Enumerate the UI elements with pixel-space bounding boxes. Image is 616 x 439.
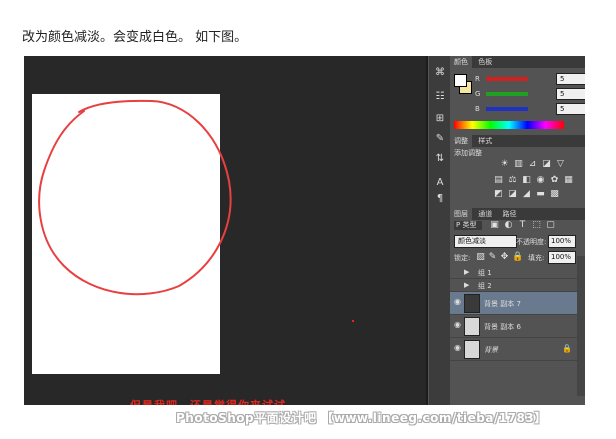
- selective-color-icon[interactable]: ▩: [550, 190, 559, 199]
- filter-adjust-icon[interactable]: ◐: [504, 221, 513, 230]
- visibility-eye-icon[interactable]: ◉: [454, 344, 462, 352]
- exposure-icon[interactable]: ◪: [542, 160, 551, 169]
- fill-label: 填充:: [528, 254, 545, 262]
- group-row[interactable]: ▶ 组 1: [450, 266, 577, 279]
- layers-scrollbar[interactable]: [577, 256, 585, 396]
- brush-preset-icon[interactable]: ✎: [432, 132, 448, 146]
- bw-icon[interactable]: ◧: [522, 176, 531, 185]
- gradient-map-icon[interactable]: ▬: [536, 190, 545, 199]
- group-name: 组 2: [478, 282, 492, 290]
- photoshop-screenshot: 但是我吧，还是觉得你来试试 ⌘ ☷ ⊞ ✎ ⇅ A ¶ 颜色 色板 R 5 G …: [24, 56, 585, 405]
- hue-icon[interactable]: ▤: [494, 176, 503, 185]
- opacity-input[interactable]: 100%: [548, 235, 576, 248]
- layer-thumbnail: [464, 317, 480, 336]
- color-spectrum[interactable]: [454, 121, 564, 129]
- layer-name: 背景 副本 7: [484, 300, 521, 308]
- photo-filter-icon[interactable]: ◉: [536, 176, 545, 185]
- navigator-icon[interactable]: ⊞: [432, 112, 448, 126]
- g-label: G: [475, 90, 481, 98]
- lock-paint-icon[interactable]: ✎: [488, 253, 497, 262]
- red-circle-annotation: [38, 99, 232, 296]
- visibility-eye-icon[interactable]: ◉: [454, 298, 462, 306]
- layer-row[interactable]: ◉ 背景 副本 6: [450, 315, 577, 338]
- layer-name: 背景 副本 6: [484, 323, 521, 331]
- brightness-icon[interactable]: ☀: [500, 160, 509, 169]
- layer-comps-icon[interactable]: ⇅: [432, 152, 448, 166]
- channel-mixer-icon[interactable]: ✿: [550, 176, 559, 185]
- invert-icon[interactable]: ◩: [494, 190, 503, 199]
- canvas-red-text: 但是我吧，还是觉得你来试试: [130, 397, 286, 405]
- r-slider[interactable]: [486, 77, 528, 81]
- filter-type-icon[interactable]: T: [518, 221, 527, 230]
- tab-layers[interactable]: 图层: [450, 208, 472, 220]
- levels-icon[interactable]: ▥: [514, 160, 523, 169]
- layer-row[interactable]: ◉ 背景 🔒: [450, 338, 577, 361]
- layer-thumbnail: [464, 340, 480, 359]
- vibrance-icon[interactable]: ▽: [556, 160, 565, 169]
- layers-panel-tabs: 图层 通道 路径: [450, 208, 585, 220]
- lock-all-icon[interactable]: 🔒: [512, 253, 523, 262]
- opacity-label: 不透明度:: [516, 238, 547, 246]
- lock-move-icon[interactable]: ✥: [500, 253, 509, 262]
- g-value[interactable]: 5: [556, 88, 585, 100]
- filter-pixel-icon[interactable]: ▣: [490, 221, 499, 230]
- layer-thumbnail: [464, 294, 480, 313]
- history-tool-icon[interactable]: ⌘: [432, 66, 448, 80]
- b-label: B: [475, 105, 480, 113]
- blend-mode-select[interactable]: 颜色减淡: [454, 235, 517, 248]
- visibility-eye-icon[interactable]: ◉: [454, 321, 462, 329]
- filter-smart-icon[interactable]: ▢: [546, 221, 555, 230]
- character-icon[interactable]: A: [432, 176, 448, 190]
- r-value[interactable]: 5: [556, 73, 585, 85]
- tab-paths[interactable]: 路径: [498, 208, 520, 220]
- kind-filter[interactable]: P 类型: [454, 221, 482, 230]
- tool-strip: ⌘ ☷ ⊞ ✎ ⇅ A ¶: [428, 56, 451, 405]
- b-slider[interactable]: [486, 107, 528, 111]
- tab-color[interactable]: 颜色: [450, 56, 472, 68]
- forum-watermark: PhotoShop平面设计吧 【www.lineeg.com/tieba/178…: [176, 411, 547, 425]
- color-lookup-icon[interactable]: ▦: [564, 176, 573, 185]
- b-value[interactable]: 5: [556, 103, 585, 115]
- paragraph-icon[interactable]: ¶: [432, 192, 448, 206]
- group-expand-icon[interactable]: ▶: [464, 268, 469, 276]
- foreground-swatch[interactable]: [454, 74, 467, 87]
- tab-adjustments[interactable]: 调整: [450, 135, 472, 147]
- layer-lock-icon: 🔒: [562, 344, 572, 353]
- threshold-icon[interactable]: ◢: [522, 190, 531, 199]
- fill-input[interactable]: 100%: [548, 251, 576, 264]
- curves-icon[interactable]: ⊿: [528, 160, 537, 169]
- tab-styles[interactable]: 样式: [474, 135, 496, 147]
- color-panel-tabs: 颜色 色板: [450, 56, 585, 68]
- adjust-title: 添加调整: [454, 149, 482, 157]
- tab-swatches[interactable]: 色板: [474, 56, 496, 68]
- color-balance-icon[interactable]: ⚖: [508, 176, 517, 185]
- r-label: R: [475, 75, 480, 83]
- tab-channels[interactable]: 通道: [474, 208, 496, 220]
- posterize-icon[interactable]: ◪: [508, 190, 517, 199]
- group-expand-icon[interactable]: ▶: [464, 281, 469, 289]
- layer-row[interactable]: ◉ 背景 副本 7: [450, 292, 577, 315]
- red-dot: [352, 320, 354, 322]
- group-row[interactable]: ▶ 组 2: [450, 279, 577, 292]
- filter-shape-icon[interactable]: ⬚: [532, 221, 541, 230]
- article-caption: 改为颜色减淡。会变成白色。 如下图。: [22, 30, 248, 45]
- lock-label: 锁定:: [454, 254, 471, 262]
- layer-name: 背景: [484, 346, 498, 354]
- panels-column: 颜色 色板 R 5 G 5 B 5 调整 样式 添加调整 ☀ ▥ ⊿ ◪ ▽ ▤…: [450, 56, 585, 405]
- g-slider[interactable]: [486, 92, 528, 96]
- adjust-panel-tabs: 调整 样式: [450, 135, 585, 147]
- lock-pixels-icon[interactable]: ▨: [476, 253, 485, 262]
- group-name: 组 1: [478, 269, 492, 277]
- tools-icon[interactable]: ☷: [432, 90, 448, 104]
